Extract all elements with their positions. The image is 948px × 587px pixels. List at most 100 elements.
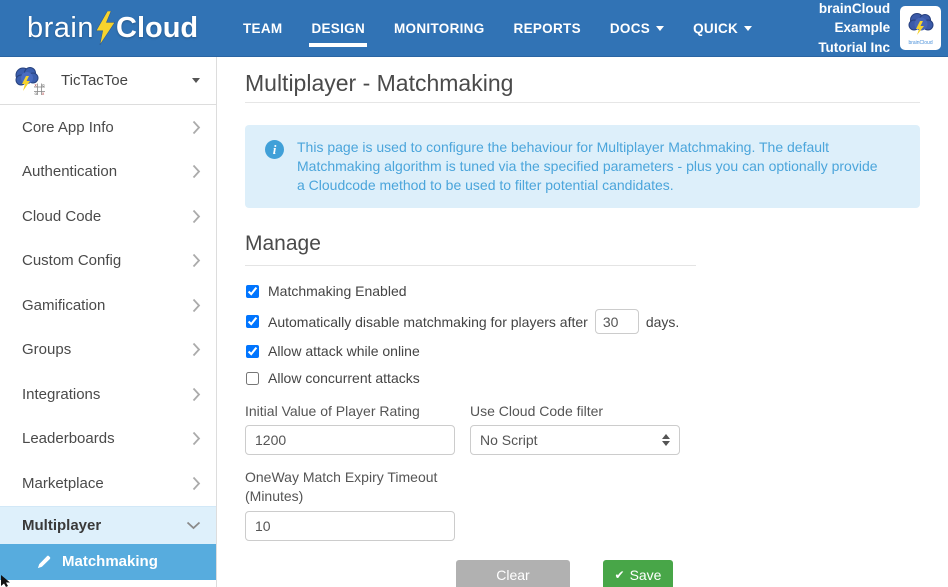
sidebar-item-label: Cloud Code <box>22 208 101 225</box>
chevron-down-icon <box>192 78 200 83</box>
info-alert-text: This page is used to configure the behav… <box>297 138 889 195</box>
nav-item-design[interactable]: DESIGN <box>311 0 365 56</box>
sidebar-subitem-matchmaking[interactable]: Matchmaking <box>0 544 216 580</box>
logo-cloud-text: Cloud <box>116 12 198 45</box>
sidebar-item-integrations[interactable]: Integrations <box>0 372 216 417</box>
nav-item-docs-label: DOCS <box>610 21 650 36</box>
team-logo[interactable]: brainCloud <box>900 6 941 50</box>
cloud-code-filter-field: Use Cloud Code filter No Script <box>470 403 680 455</box>
chevron-down-icon <box>186 521 201 530</box>
braincloud-logo[interactable]: brain Cloud <box>0 9 217 48</box>
sidebar-item-label: Authentication <box>22 163 117 180</box>
team-info[interactable]: brainCloud Example Tutorial Inc brainClo… <box>781 0 948 57</box>
matchmaking-enabled-checkbox[interactable] <box>246 285 259 298</box>
chevron-right-icon <box>192 431 201 446</box>
sidebar-subitem-label: Matchmaking <box>62 553 158 570</box>
sidebar-item-groups[interactable]: Groups <box>0 328 216 373</box>
oneway-timeout-field: OneWay Match Expiry Timeout (Minutes) <box>245 468 920 541</box>
save-button[interactable]: ✔ Save <box>603 560 673 587</box>
title-divider <box>245 102 920 103</box>
check-icon: ✔ <box>615 568 625 582</box>
chevron-right-icon <box>192 387 201 402</box>
concurrent-attacks-label: Allow concurrent attacks <box>268 370 420 386</box>
auto-disable-label-after: days. <box>646 314 679 330</box>
nav-item-docs[interactable]: DOCS <box>610 0 664 56</box>
chevron-right-icon <box>192 342 201 357</box>
player-rating-label: Initial Value of Player Rating <box>245 403 455 419</box>
sidebar-item-cloud-code[interactable]: Cloud Code <box>0 194 216 239</box>
sidebar-item-multiplayer[interactable]: Multiplayer <box>0 506 216 544</box>
cloud-code-filter-selected-value: No Script <box>480 432 538 448</box>
player-rating-input[interactable] <box>245 425 455 455</box>
nav-item-monitoring[interactable]: MONITORING <box>394 0 485 56</box>
chevron-right-icon <box>192 209 201 224</box>
sidebar-item-label: Multiplayer <box>22 517 101 534</box>
mouse-cursor <box>1 575 13 587</box>
clear-button[interactable]: Clear <box>456 560 570 587</box>
sidebar-item-leaderboards[interactable]: Leaderboards <box>0 417 216 462</box>
chevron-down-icon <box>744 26 752 31</box>
sidebar-item-label: Marketplace <box>22 475 104 492</box>
chevron-right-icon <box>192 298 201 313</box>
sidebar-item-custom-config[interactable]: Custom Config <box>0 239 216 284</box>
chevron-right-icon <box>192 253 201 268</box>
cloud-code-filter-select[interactable]: No Script <box>470 425 680 455</box>
auto-disable-checkbox[interactable] <box>246 315 259 328</box>
save-button-label: Save <box>630 567 662 583</box>
sidebar-item-label: Leaderboards <box>22 430 115 447</box>
sidebar-item-label: Core App Info <box>22 119 114 136</box>
lightning-bolt-icon <box>96 11 115 50</box>
nav-item-quick[interactable]: QUICK <box>693 0 752 56</box>
section-title-manage: Manage <box>245 232 920 256</box>
attack-online-label: Allow attack while online <box>268 343 420 359</box>
tictactoe-app-icon: x o o x <box>11 65 47 97</box>
player-rating-field: Initial Value of Player Rating <box>245 403 455 455</box>
concurrent-attacks-row: Allow concurrent attacks <box>245 370 920 386</box>
sidebar-item-core-app-info[interactable]: Core App Info <box>0 105 216 150</box>
team-name-line2: Tutorial Inc <box>781 38 890 58</box>
brain-logo-icon <box>904 11 938 41</box>
sidebar-item-label: Custom Config <box>22 252 121 269</box>
nav-item-quick-label: QUICK <box>693 21 738 36</box>
updown-arrows-icon <box>662 434 670 446</box>
auto-disable-label-before: Automatically disable matchmaking for pl… <box>268 314 588 330</box>
sidebar-item-label: Gamification <box>22 297 105 314</box>
section-divider <box>245 265 696 266</box>
attack-online-row: Allow attack while online <box>245 343 920 359</box>
main-content: Multiplayer - Matchmaking i This page is… <box>217 57 948 587</box>
auto-disable-row: Automatically disable matchmaking for pl… <box>245 309 920 334</box>
matchmaking-enabled-row: Matchmaking Enabled <box>245 283 920 299</box>
chevron-right-icon <box>192 164 201 179</box>
matchmaking-enabled-label: Matchmaking Enabled <box>268 283 407 299</box>
chevron-down-icon <box>656 26 664 31</box>
auto-disable-days-input[interactable] <box>595 309 639 334</box>
app-selector[interactable]: x o o x TicTacToe <box>0 57 216 105</box>
oneway-timeout-label-line1: OneWay Match Expiry Timeout <box>245 468 920 487</box>
sidebar-item-gamification[interactable]: Gamification <box>0 283 216 328</box>
page-title: Multiplayer - Matchmaking <box>245 70 920 97</box>
main-nav: TEAM DESIGN MONITORING REPORTS DOCS QUIC… <box>217 0 781 56</box>
app-selector-label: TicTacToe <box>61 72 128 89</box>
sidebar-item-authentication[interactable]: Authentication <box>0 150 216 195</box>
logo-brain-text: brain <box>27 12 94 45</box>
sidebar-item-label: Integrations <box>22 386 100 403</box>
top-navbar: brain Cloud TEAM DESIGN MONITORING REPOR… <box>0 0 948 57</box>
sidebar: x o o x TicTacToe Core App Info Authenti… <box>0 57 217 587</box>
team-name: brainCloud Example Tutorial Inc <box>781 0 890 57</box>
fields-row: Initial Value of Player Rating Use Cloud… <box>245 403 920 455</box>
concurrent-attacks-checkbox[interactable] <box>246 372 259 385</box>
sidebar-item-marketplace[interactable]: Marketplace <box>0 461 216 506</box>
info-icon: i <box>265 140 284 159</box>
team-name-line1: brainCloud Example <box>781 0 890 38</box>
oneway-timeout-label-line2: (Minutes) <box>245 487 920 506</box>
oneway-timeout-input[interactable] <box>245 511 455 541</box>
chevron-right-icon <box>192 120 201 135</box>
team-logo-text: brainCloud <box>908 40 932 46</box>
nav-item-team[interactable]: TEAM <box>243 0 282 56</box>
attack-online-checkbox[interactable] <box>246 345 259 358</box>
nav-item-reports[interactable]: REPORTS <box>514 0 581 56</box>
sidebar-item-label: Groups <box>22 341 71 358</box>
pencil-icon <box>37 555 51 569</box>
oneway-timeout-label: OneWay Match Expiry Timeout (Minutes) <box>245 468 920 505</box>
form-buttons-row: Clear ✔ Save <box>245 560 696 587</box>
